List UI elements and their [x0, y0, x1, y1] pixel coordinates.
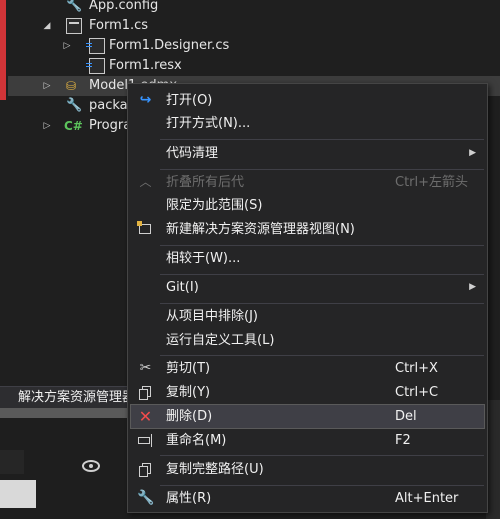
- bottom-left-box: [0, 480, 36, 508]
- menu-item-git[interactable]: Git(I) ▶: [131, 276, 484, 299]
- menu-item-copy-full-path[interactable]: 复制完整路径(U): [131, 458, 484, 481]
- menu-item-open[interactable]: ↪ 打开(O): [131, 89, 484, 112]
- delete-x-icon: ✕: [138, 407, 153, 426]
- csharp-file-icon: C#: [64, 119, 83, 133]
- left-accent-strip: [0, 0, 6, 100]
- menu-item-compare-with[interactable]: 相较于(W)...: [131, 247, 484, 270]
- menu-item-cut[interactable]: ✂ 剪切(T) Ctrl+X: [131, 357, 484, 380]
- edmx-model-icon: ⛁: [66, 79, 77, 93]
- config-file-icon: 🔧: [66, 0, 83, 13]
- expanded-arrow-icon[interactable]: ◢: [42, 16, 52, 36]
- scissors-icon: ✂: [139, 360, 152, 376]
- eye-icon[interactable]: [82, 460, 100, 472]
- rename-icon: [137, 432, 154, 449]
- menu-item-rename[interactable]: 重命名(M) F2: [131, 429, 484, 452]
- bottom-left-panel: [0, 450, 24, 474]
- menu-item-collapse-all: ︿ 折叠所有后代 Ctrl+左箭头: [131, 171, 484, 194]
- collapse-chevron-icon: ︿: [139, 175, 152, 189]
- menu-item-delete[interactable]: ✕ 删除(D) Del: [130, 404, 485, 429]
- menu-separator: [160, 355, 484, 356]
- collapsed-arrow-icon[interactable]: ▷: [42, 116, 52, 136]
- menu-separator: [160, 455, 484, 456]
- menu-item-exclude-from-project[interactable]: 从项目中排除(J): [131, 305, 484, 328]
- menu-separator: [160, 303, 484, 304]
- wrench-icon: 🔧: [137, 490, 155, 506]
- cs-file-icon: [86, 38, 105, 54]
- menu-item-run-custom-tool[interactable]: 运行自定义工具(L): [131, 329, 484, 352]
- menu-item-scope-to-this[interactable]: 限定为此范围(S): [131, 194, 484, 217]
- menu-item-code-cleanup[interactable]: 代码清理 ▶: [131, 142, 484, 165]
- submenu-arrow-icon: ▶: [469, 282, 476, 292]
- form-file-icon: [66, 18, 82, 34]
- menu-item-copy[interactable]: 复制(Y) Ctrl+C: [131, 381, 484, 404]
- submenu-arrow-icon: ▶: [469, 148, 476, 158]
- resx-file-icon: [86, 58, 105, 74]
- menu-item-open-with[interactable]: 打开方式(N)...: [131, 112, 484, 135]
- solution-explorer-empty-area: [0, 140, 130, 390]
- menu-item-new-explorer-view[interactable]: 新建解决方案资源管理器视图(N): [131, 218, 484, 241]
- copy-icon: [137, 384, 154, 401]
- collapsed-arrow-icon[interactable]: ▷: [42, 76, 52, 96]
- new-view-icon: [137, 221, 154, 238]
- copy-path-icon: [137, 461, 154, 478]
- open-arrow-icon: ↪: [139, 92, 152, 108]
- menu-separator: [160, 169, 484, 170]
- collapsed-arrow-icon[interactable]: ▷: [62, 36, 72, 56]
- context-menu: ↪ 打开(O) 打开方式(N)... 代码清理 ▶ ︿ 折叠所有后代 Ctrl+…: [127, 83, 488, 513]
- right-scrollbar-strip[interactable]: [486, 400, 500, 519]
- solution-explorer-tab[interactable]: 解决方案资源管理器: [0, 386, 130, 408]
- config-file-icon: 🔧: [66, 98, 83, 113]
- menu-separator: [160, 245, 484, 246]
- menu-separator: [160, 139, 484, 140]
- menu-separator: [160, 485, 484, 486]
- menu-item-properties[interactable]: 🔧 属性(R) Alt+Enter: [131, 487, 484, 510]
- menu-separator: [160, 274, 484, 275]
